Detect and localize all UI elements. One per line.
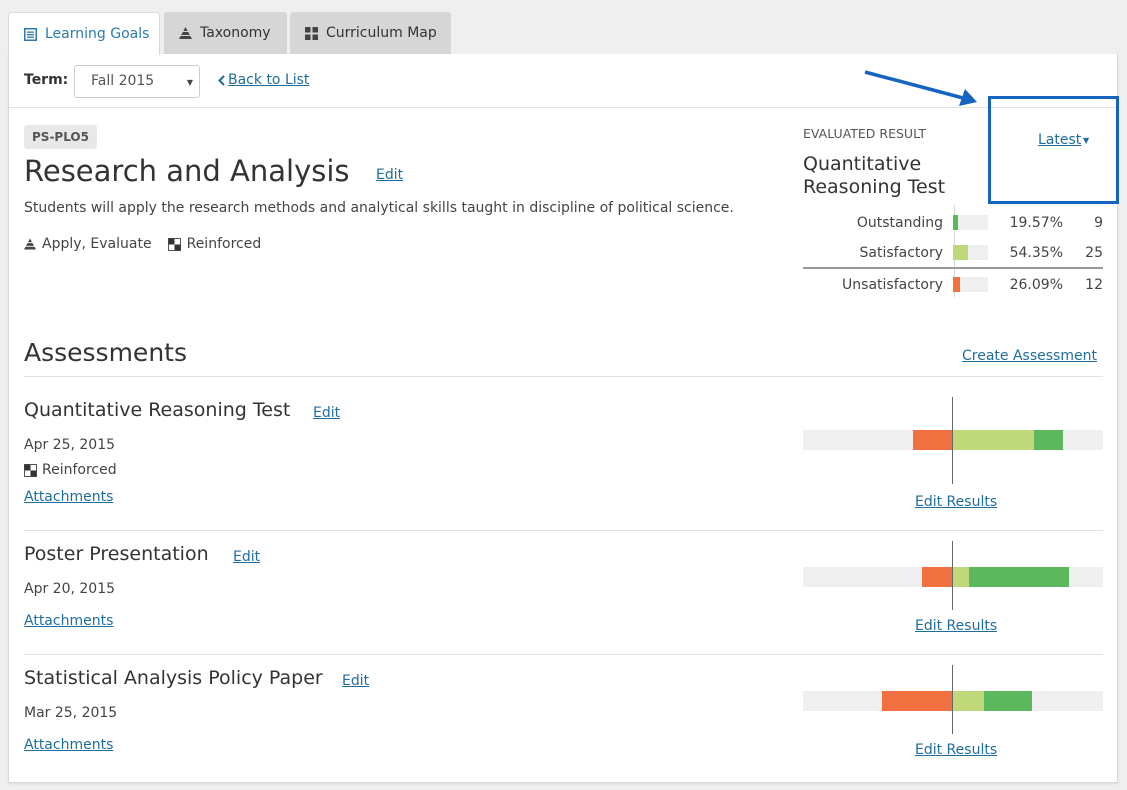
distribution-count: 12	[1085, 277, 1103, 293]
distribution-bar	[953, 245, 969, 260]
assessment-title: Quantitative Reasoning Test	[24, 399, 291, 421]
distribution-count: 9	[1094, 215, 1103, 231]
evaluated-result-label: EVALUATED RESULT	[803, 126, 926, 141]
distribution-percent: 26.09%	[1009, 277, 1063, 293]
unsatisfactory-segment	[912, 430, 952, 450]
attachments-link[interactable]: Attachments	[24, 613, 113, 629]
distribution-bar	[953, 215, 959, 230]
annotation-highlight-box	[988, 96, 1119, 204]
assessments-heading: Assessments	[24, 338, 187, 367]
pyramid-icon	[24, 238, 36, 250]
outstanding-segment	[968, 567, 1069, 587]
assessment-coverage: Reinforced	[24, 462, 117, 478]
assessment-coverage-label: Reinforced	[42, 462, 117, 478]
distribution-percent: 54.35%	[1009, 245, 1063, 261]
assessment-date: Apr 25, 2015	[24, 437, 116, 453]
edit-results-link[interactable]: Edit Results	[915, 742, 997, 758]
assessment-edit-link[interactable]: Edit	[313, 405, 340, 421]
distribution-label: Outstanding	[856, 215, 943, 231]
tab-learning-goals[interactable]: Learning Goals	[8, 12, 160, 55]
goal-code-badge: PS-PLO5	[24, 125, 97, 149]
checker-icon	[167, 237, 181, 251]
distribution-bar	[953, 277, 961, 292]
satisfactory-segment	[952, 430, 1034, 450]
assessment-edit-link[interactable]: Edit	[342, 673, 369, 689]
outstanding-segment	[983, 691, 1032, 711]
create-assessment-link[interactable]: Create Assessment	[962, 348, 1097, 364]
tab-label: Learning Goals	[45, 26, 150, 42]
result-bar	[803, 430, 1103, 450]
goal-meta: Apply, Evaluate Reinforced	[24, 236, 261, 252]
distribution-bar-track	[953, 215, 988, 230]
satisfactory-segment	[952, 567, 969, 587]
result-bar	[803, 691, 1103, 711]
distribution-bar-track	[953, 245, 988, 260]
distribution-row-satisfactory: Satisfactory 54.35% 25	[803, 242, 1103, 266]
unsatisfactory-segment	[922, 567, 952, 587]
main-panel: Term: Fall 2015 ▼ Back to List PS-PLO5 R…	[8, 54, 1119, 783]
checker-icon	[24, 463, 37, 477]
edit-results-link[interactable]: Edit Results	[915, 494, 997, 510]
distribution-label: Unsatisfactory	[842, 277, 943, 293]
result-bar-axis	[952, 397, 953, 484]
tab-label: Curriculum Map	[326, 25, 437, 41]
assessment-date: Mar 25, 2015	[24, 705, 118, 721]
distribution-label: Satisfactory	[859, 245, 943, 261]
goal-description: Students will apply the research methods…	[24, 200, 734, 216]
goal-coverage: Reinforced	[186, 236, 262, 252]
assessment-date: Apr 20, 2015	[24, 581, 116, 597]
chevron-left-icon	[218, 74, 225, 86]
goal-title: Research and Analysis	[24, 154, 350, 188]
goal-levels: Apply, Evaluate	[42, 236, 152, 252]
tab-taxonomy[interactable]: Taxonomy	[164, 12, 287, 54]
result-bar-axis	[952, 541, 953, 610]
distribution-count: 25	[1085, 245, 1103, 261]
tab-curriculum-map[interactable]: Curriculum Map	[290, 12, 451, 54]
back-to-list-link[interactable]: Back to List	[228, 72, 309, 88]
back-to-list[interactable]: Back to List	[218, 72, 309, 88]
assessment-title: Statistical Analysis Policy Paper	[24, 667, 323, 689]
evaluated-result-title: Quantitative Reasoning Test	[803, 153, 946, 198]
distribution-row-outstanding: Outstanding 19.57% 9	[803, 212, 1103, 236]
distribution-bar-track	[953, 277, 988, 292]
assessment-title: Poster Presentation	[24, 543, 209, 565]
satisfactory-segment	[952, 691, 984, 711]
select-caret-icon: ▼	[186, 78, 193, 87]
term-select[interactable]: Fall 2015 ▼	[74, 65, 200, 98]
annotation-arrow-icon	[864, 70, 977, 106]
attachments-link[interactable]: Attachments	[24, 737, 113, 753]
assessments-divider	[24, 376, 1103, 377]
outstanding-segment	[1033, 430, 1063, 450]
term-select-value: Fall 2015	[91, 73, 155, 89]
unsatisfactory-segment	[881, 691, 952, 711]
attachments-link[interactable]: Attachments	[24, 489, 113, 505]
assessment-divider	[24, 654, 1103, 655]
distribution-row-unsatisfactory: Unsatisfactory 26.09% 12	[803, 274, 1103, 298]
grid-icon	[305, 26, 318, 40]
distribution-separator	[803, 267, 1103, 269]
goal-edit-link[interactable]: Edit	[376, 167, 403, 183]
distribution-percent: 19.57%	[1009, 215, 1063, 231]
assessment-divider	[24, 530, 1103, 531]
tab-label: Taxonomy	[200, 25, 271, 41]
assessment-edit-link[interactable]: Edit	[233, 549, 260, 565]
edit-results-link[interactable]: Edit Results	[915, 618, 997, 634]
result-bar	[803, 567, 1103, 587]
term-label: Term:	[24, 72, 69, 88]
result-bar-axis	[952, 665, 953, 734]
list-icon	[24, 27, 37, 41]
pyramid-icon	[179, 27, 192, 39]
